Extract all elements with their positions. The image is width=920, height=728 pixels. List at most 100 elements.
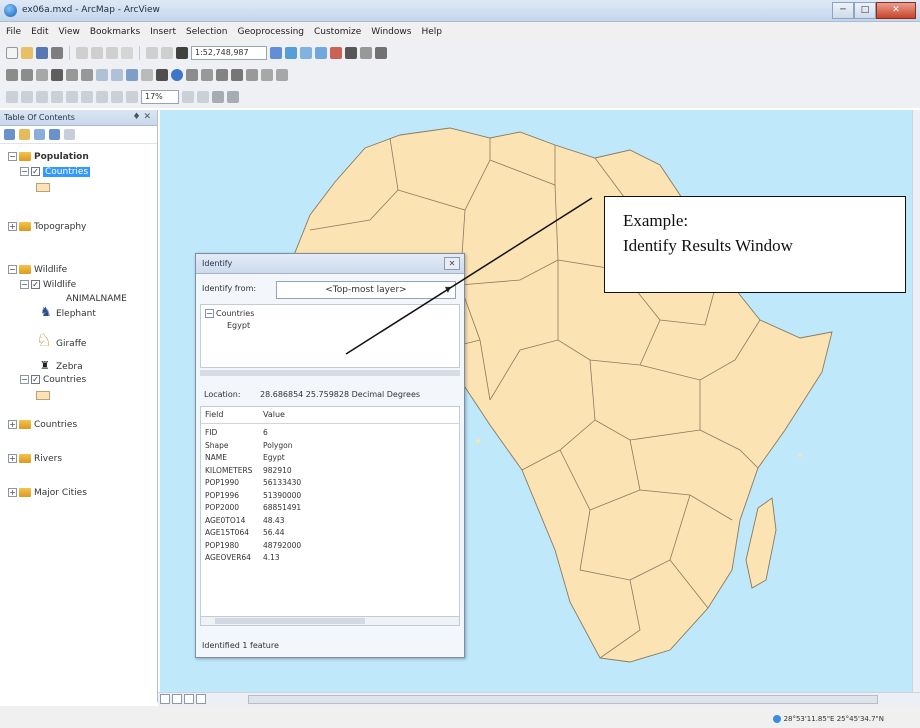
data-driven-pages-icon[interactable] [227, 91, 239, 103]
list-by-selection-icon[interactable] [49, 129, 60, 140]
fixed-zoom-in-icon[interactable] [66, 69, 78, 81]
select-features-icon[interactable] [126, 69, 138, 81]
attribute-row[interactable]: POP1980 48792000 [201, 540, 459, 552]
layer-group-countries[interactable]: + Countries [8, 418, 77, 432]
toc-pin-close-icon[interactable]: ♦ ✕ [133, 112, 151, 122]
attribute-row[interactable]: AGE15T064 56.44 [201, 527, 459, 539]
collapse-icon[interactable]: − [8, 265, 17, 274]
redo-icon[interactable] [161, 47, 173, 59]
data-view-button[interactable] [160, 694, 170, 704]
collapse-icon[interactable]: − [20, 167, 29, 176]
menu-file[interactable]: File [6, 27, 21, 37]
whats-this-help-icon[interactable] [375, 47, 387, 59]
measure-icon[interactable] [231, 69, 243, 81]
attribute-row[interactable]: KILOMETERS 982910 [201, 465, 459, 477]
tree-layer-node[interactable]: − Countries [205, 309, 254, 318]
copy-icon[interactable] [91, 47, 103, 59]
refresh-view-button[interactable] [184, 694, 194, 704]
identify-close-button[interactable]: ✕ [444, 257, 460, 270]
open-folder-icon[interactable] [21, 47, 33, 59]
menu-edit[interactable]: Edit [31, 27, 48, 37]
menu-customize[interactable]: Customize [314, 27, 361, 37]
attribute-row[interactable]: POP1990 56133430 [201, 477, 459, 489]
legend-zebra[interactable]: ♜ Zebra [40, 359, 83, 373]
layer-group-population[interactable]: − Population [8, 150, 89, 164]
search-window-icon[interactable] [315, 47, 327, 59]
maximize-button[interactable]: □ [854, 2, 876, 19]
layout-fixed-zoom-out-icon[interactable] [96, 91, 108, 103]
attribute-row[interactable]: AGE0TO14 48.43 [201, 515, 459, 527]
identify-icon[interactable] [171, 69, 183, 81]
expand-icon[interactable]: + [8, 420, 17, 429]
fixed-zoom-out-icon[interactable] [81, 69, 93, 81]
collapse-icon[interactable]: − [205, 309, 214, 318]
save-icon[interactable] [36, 47, 48, 59]
attribute-row[interactable]: POP1996 51390000 [201, 490, 459, 502]
layout-fixed-zoom-in-icon[interactable] [81, 91, 93, 103]
polygon-symbol-swatch[interactable] [36, 183, 50, 192]
menu-windows[interactable]: Windows [371, 27, 411, 37]
editor-toolbar-icon[interactable] [270, 47, 282, 59]
list-by-visibility-icon[interactable] [34, 129, 45, 140]
layout-zoom-out-icon[interactable] [21, 91, 33, 103]
identify-title-bar[interactable]: Identify ✕ [196, 254, 464, 274]
go-to-xy-icon[interactable] [246, 69, 258, 81]
html-popup-icon[interactable] [201, 69, 213, 81]
menu-selection[interactable]: Selection [186, 27, 227, 37]
field-column-header[interactable]: Field [205, 410, 223, 419]
identify-window[interactable]: Identify ✕ Identify from: <Top-most laye… [195, 253, 465, 658]
scrollbar-thumb[interactable] [215, 618, 365, 624]
legend-elephant[interactable]: ♞ Elephant [40, 306, 96, 320]
layer-countries-sub[interactable]: − ✓ Countries [20, 373, 86, 387]
change-layout-icon[interactable] [212, 91, 224, 103]
hyperlink-icon[interactable] [186, 69, 198, 81]
arctoolbox-icon[interactable] [330, 47, 342, 59]
layer-group-major-cities[interactable]: + Major Cities [8, 486, 87, 500]
find-icon[interactable] [216, 69, 228, 81]
layer-group-wildlife[interactable]: − Wildlife [8, 263, 67, 277]
attribute-row[interactable]: FID 6 [201, 427, 459, 439]
legend-giraffe[interactable]: ♘ Giraffe [36, 328, 86, 354]
toggle-draft-mode-icon[interactable] [182, 91, 194, 103]
collapse-icon[interactable]: − [8, 152, 17, 161]
map-vertical-scrollbar[interactable] [912, 110, 920, 692]
close-button[interactable]: ✕ [876, 2, 916, 19]
select-elements-icon[interactable] [156, 69, 168, 81]
menu-help[interactable]: Help [421, 27, 442, 37]
menu-geoprocessing[interactable]: Geoprocessing [237, 27, 304, 37]
toc-options-icon[interactable] [64, 129, 75, 140]
attribute-row[interactable]: AGEOVER64 4.13 [201, 552, 459, 564]
layout-pan-icon[interactable] [36, 91, 48, 103]
next-extent-icon[interactable] [126, 91, 138, 103]
layer-group-topography[interactable]: + Topography [8, 220, 86, 234]
delete-icon[interactable] [121, 47, 133, 59]
polygon-symbol-swatch[interactable] [36, 391, 50, 400]
map-horizontal-scrollbar[interactable] [158, 692, 920, 706]
expand-icon[interactable]: + [8, 222, 17, 231]
clear-selection-icon[interactable] [141, 69, 153, 81]
paste-icon[interactable] [106, 47, 118, 59]
layout-zoom-in-icon[interactable] [6, 91, 18, 103]
tree-feature-node[interactable]: Egypt [227, 321, 250, 330]
identify-horizontal-scrollbar[interactable] [200, 616, 460, 626]
pan-icon[interactable] [36, 69, 48, 81]
zoom-out-icon[interactable] [21, 69, 33, 81]
list-by-drawing-order-icon[interactable] [4, 129, 15, 140]
zoom-100-percent-icon[interactable] [66, 91, 78, 103]
catalog-icon[interactable] [300, 47, 312, 59]
attribute-row[interactable]: NAME Egypt [201, 452, 459, 464]
new-document-icon[interactable] [6, 47, 18, 59]
layout-view-button[interactable] [172, 694, 182, 704]
menu-bookmarks[interactable]: Bookmarks [90, 27, 140, 37]
scrollbar-thumb[interactable] [248, 695, 878, 704]
model-builder-icon[interactable] [360, 47, 372, 59]
zoom-whole-page-icon[interactable] [51, 91, 63, 103]
identify-splitter[interactable] [200, 370, 460, 376]
focus-data-frame-icon[interactable] [197, 91, 209, 103]
collapse-icon[interactable]: − [20, 280, 29, 289]
collapse-icon[interactable]: − [20, 375, 29, 384]
layout-zoom-percent-input[interactable]: 17% [141, 90, 179, 104]
chevron-down-icon[interactable]: ▼ [445, 282, 451, 298]
previous-extent-icon[interactable] [111, 91, 123, 103]
attribute-row[interactable]: Shape Polygon [201, 440, 459, 452]
